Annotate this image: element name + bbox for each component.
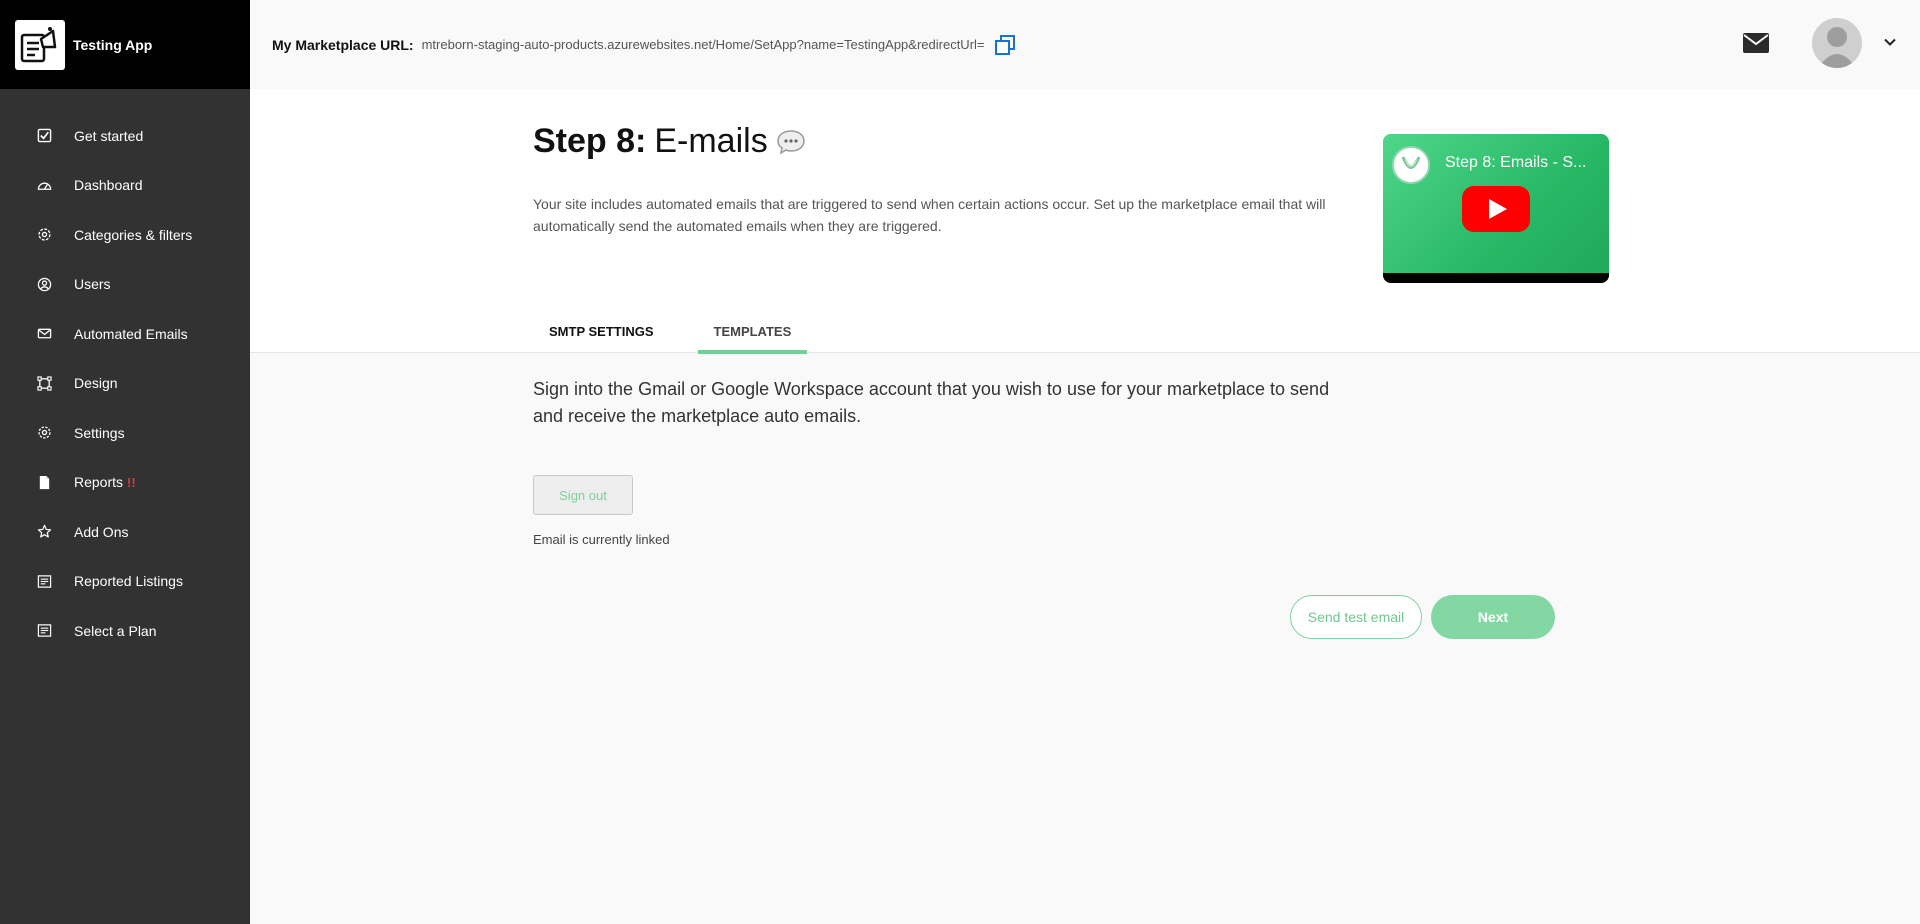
next-button[interactable]: Next [1431,595,1555,639]
sidebar-item-add-ons[interactable]: Add Ons [0,507,250,557]
user-silhouette-icon [1818,27,1856,68]
main-content: Step 8: E-mails Your site includes autom… [250,89,1920,924]
sidebar-item-reports[interactable]: Settings Reports !! [0,458,250,508]
sidebar-item-categories[interactable]: Categories & filters [0,210,250,260]
page-header: Step 8: E-mails Your site includes autom… [250,89,1920,354]
sidebar-item-label: Users [74,276,111,293]
sidebar-item-label: Add Ons [74,523,129,540]
video-title: Step 8: Emails - S... [1445,154,1587,171]
smtp-instructions: Sign into the Gmail or Google Workspace … [533,379,1330,426]
sidebar-item-label: Dashboard [74,177,143,194]
sidebar-item-label: Design [74,375,118,392]
list-icon [36,573,52,589]
app-name: Testing App [73,36,153,53]
reports-alert-badge: !! [127,474,136,490]
tab-smtp-settings[interactable]: SMTP SETTINGS [533,309,670,353]
send-test-email-button[interactable]: Send test email [1290,595,1422,639]
list-icon [36,623,52,639]
sidebar-item-design[interactable]: Design [0,359,250,409]
topbar: My Marketplace URL: mtreborn-staging-aut… [250,0,1920,89]
star-icon [36,524,52,540]
design-frame-icon [36,375,52,391]
video-channel-avatar[interactable] [1392,146,1430,184]
tutorial-video[interactable]: Step 8: Emails - S... [1383,134,1609,283]
sidebar-item-label: Select a Plan [74,622,157,639]
sidebar-item-label: Automated Emails [74,325,188,342]
sidebar-item-users[interactable]: Users [0,260,250,310]
youtube-play-icon[interactable] [1462,186,1530,232]
tab-label: TEMPLATES [713,323,792,339]
sidebar-item-settings[interactable]: Settings [0,408,250,458]
checkbox-icon [36,128,52,144]
envelope-icon [36,326,52,342]
mail-icon[interactable] [1742,32,1770,54]
sidebar-item-label: Reported Listings [74,573,183,590]
sidebar-item-select-a-plan[interactable]: Select a Plan [0,606,250,656]
tab-templates[interactable]: TEMPLATES [697,309,808,354]
chevron-down-icon[interactable] [1882,34,1898,50]
app-logo [15,19,65,70]
copy-icon[interactable] [993,33,1017,57]
sidebar-item-label: Get started [74,127,144,144]
sidebar-item-get-started[interactable]: Get started [0,111,250,161]
sidebar-item-label: Reports [74,474,124,491]
page-title-name: E-mails [654,122,768,160]
megaphone-logo-icon [20,26,57,62]
user-avatar[interactable] [1812,18,1862,68]
sidebar: Testing App Get started Dashboard Catego… [0,0,250,924]
gauge-icon [36,177,52,193]
sidebar-item-label: Settings [74,424,125,441]
channel-logo-icon [1401,156,1421,169]
gear-icon [36,425,52,441]
chat-bubble-icon[interactable] [776,128,806,156]
email-link-status: Email is currently linked [533,532,670,547]
sidebar-item-automated-emails[interactable]: Automated Emails [0,309,250,359]
sidebar-item-dashboard[interactable]: Dashboard [0,161,250,211]
marketplace-url-value: mtreborn-staging-auto-products.azurewebs… [421,37,985,52]
user-circle-icon [36,276,52,292]
active-tab-indicator [697,350,808,354]
page-description: Your site includes automated emails that… [533,196,1326,234]
settings-tabs: SMTP SETTINGS TEMPLATES [533,309,808,354]
filter-gear-icon [36,227,52,243]
sidebar-item-label: Categories & filters [74,226,193,243]
page-title: Step 8: E-mails [533,122,806,161]
page-title-step: Step 8: [533,122,647,160]
sign-out-button[interactable]: Sign out [533,475,633,515]
brand[interactable]: Testing App [0,0,250,89]
document-icon [36,474,52,490]
video-progress-bar [1383,273,1609,283]
sidebar-nav: Get started Dashboard Categories & filte… [0,89,250,656]
marketplace-url-label: My Marketplace URL: [272,36,414,53]
tab-label: SMTP SETTINGS [549,323,654,339]
sidebar-item-reported-listings[interactable]: Reported Listings [0,557,250,607]
